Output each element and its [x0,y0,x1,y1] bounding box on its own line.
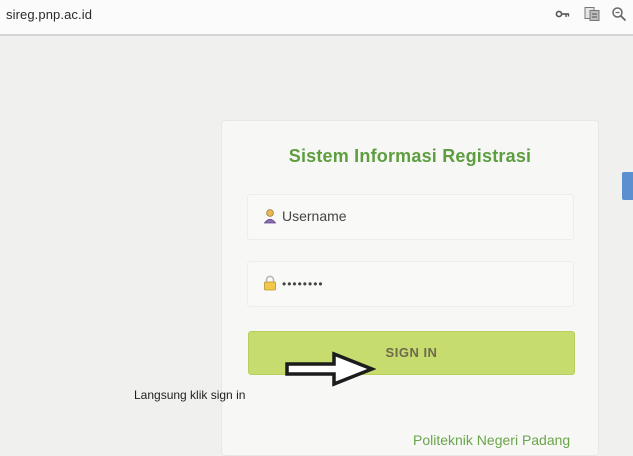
translate-icon[interactable] [584,6,600,22]
password-value: •••••••• [282,277,324,291]
login-card: Sistem Informasi Registrasi Username •••… [221,120,599,456]
zoom-icon[interactable] [611,6,627,22]
browser-address-bar: sireg.pnp.ac.id [0,0,633,36]
password-field[interactable]: •••••••• [247,261,574,307]
url-text[interactable]: sireg.pnp.ac.id [6,7,92,22]
side-tab[interactable] [622,172,633,200]
annotation-text: Langsung klik sign in [134,388,246,402]
login-title: Sistem Informasi Registrasi [288,146,532,166]
user-icon [262,208,278,224]
username-field[interactable]: Username [247,194,574,240]
key-icon[interactable] [555,6,571,22]
lock-icon [262,275,278,291]
footer-institution: Politeknik Negeri Padang [413,432,571,448]
arrow-icon [285,351,376,387]
username-placeholder: Username [282,208,347,224]
